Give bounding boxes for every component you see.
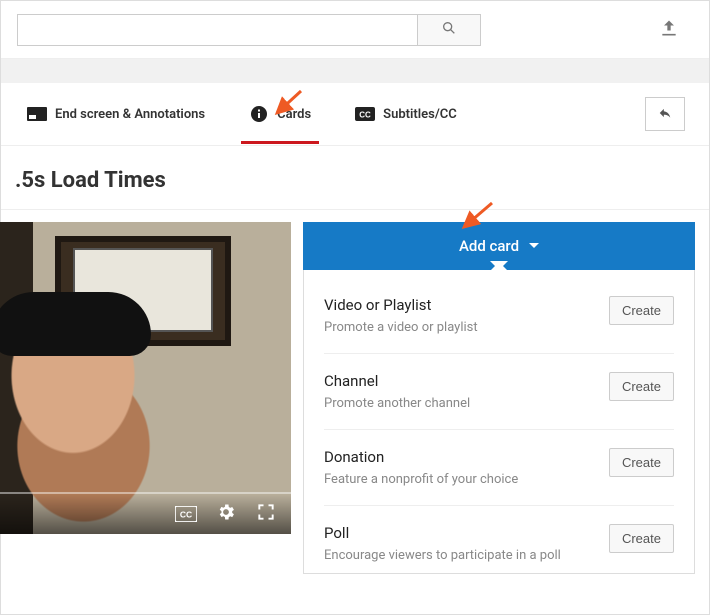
option-desc: Promote a video or playlist [324,320,597,335]
info-circle-icon [249,107,269,121]
tab-end-screen[interactable]: End screen & Annotations [25,101,207,128]
page-title: .5s Load Times [1,146,709,210]
video-player[interactable]: CC [0,222,291,534]
settings-button[interactable] [215,503,237,525]
tab-label: Cards [277,107,311,122]
add-card-button[interactable]: Add card [303,222,695,270]
option-title: Video or Playlist [324,296,597,314]
tab-subtitles[interactable]: CC Subtitles/CC [353,101,459,128]
create-button-poll[interactable]: Create [609,524,674,553]
card-column: Add card Video or Playlist Promote a vid… [303,222,695,574]
add-card-label: Add card [459,237,519,255]
cc-icon: CC [355,107,375,121]
upload-button[interactable] [649,10,689,50]
captions-button[interactable]: CC [175,503,197,525]
reply-arrow-icon [656,105,674,124]
video-column: CC [1,222,291,574]
card-option-donation: Donation Feature a nonprofit of your cho… [324,430,674,506]
card-option-channel: Channel Promote another channel Create [324,354,674,430]
svg-text:CC: CC [180,510,192,520]
fullscreen-button[interactable] [255,503,277,525]
option-desc: Promote another channel [324,396,597,411]
option-title: Channel [324,372,597,390]
tab-cards[interactable]: Cards [247,101,313,128]
svg-text:CC: CC [359,111,371,120]
top-bar [1,1,709,59]
page-title-text: .5s Load Times [15,168,166,193]
caret-down-icon [529,243,539,253]
tab-label: End screen & Annotations [55,107,205,122]
create-button-donation[interactable]: Create [609,448,674,477]
option-title: Poll [324,524,597,542]
fullscreen-icon [256,502,276,526]
search-button[interactable] [417,14,481,46]
back-button[interactable] [645,97,685,131]
option-desc: Encourage viewers to participate in a po… [324,548,597,563]
video-frame-image [0,222,291,534]
end-screen-icon [27,107,47,121]
add-card-menu: Video or Playlist Promote a video or pla… [303,270,695,574]
card-option-poll: Poll Encourage viewers to participate in… [324,506,674,573]
search-icon [441,20,457,40]
separator-strip [1,59,709,83]
create-button-video-playlist[interactable]: Create [609,296,674,325]
video-controls: CC [0,494,291,534]
gear-icon [216,502,236,526]
create-button-channel[interactable]: Create [609,372,674,401]
card-option-video-playlist: Video or Playlist Promote a video or pla… [324,278,674,354]
search-input[interactable] [17,14,417,46]
tab-label: Subtitles/CC [383,107,457,122]
option-desc: Feature a nonprofit of your choice [324,472,597,487]
content-row: CC Add card [1,210,709,574]
editor-tabs: End screen & Annotations Cards CC Subtit… [1,83,709,145]
search-container [17,14,481,46]
option-title: Donation [324,448,597,466]
upload-icon [659,18,679,42]
